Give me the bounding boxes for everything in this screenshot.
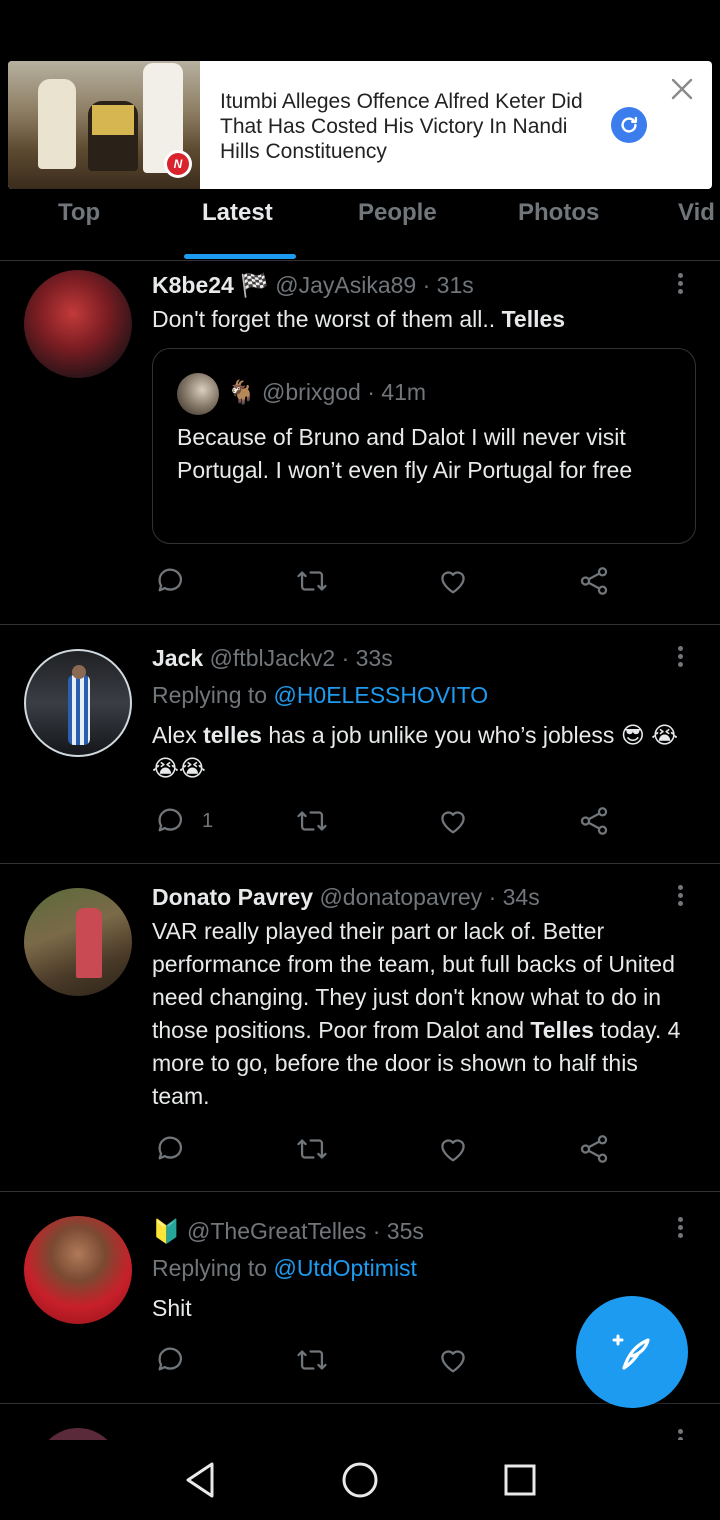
replying-to-link[interactable]: @UtdOptimist (273, 1255, 416, 1281)
handle[interactable]: @ftblJackv2 (210, 645, 336, 671)
display-name[interactable]: Jack (152, 645, 203, 671)
retweet-icon[interactable] (295, 1132, 329, 1166)
tweet[interactable]: Jack @ftblJackv2 · 33s Replying to @H0EL… (0, 625, 720, 864)
tweet-actions (152, 564, 632, 604)
timestamp: 34s (502, 884, 540, 910)
next-tweet-peek (0, 1404, 720, 1440)
flag-emoji: 🏁 (240, 272, 269, 298)
tweet-actions (152, 1132, 632, 1172)
nav-home-icon[interactable] (338, 1458, 382, 1502)
retweet-icon[interactable] (295, 564, 329, 598)
heart-icon[interactable] (436, 564, 470, 598)
goat-emoji: 🐐 (227, 379, 256, 405)
reply-icon[interactable] (154, 564, 188, 598)
tweet-text: Alex telles has a job unlike you who’s j… (152, 722, 679, 781)
reply-icon[interactable] (154, 1132, 188, 1166)
handle[interactable]: @donatopavrey (319, 884, 482, 910)
timestamp: 31s (436, 272, 474, 298)
tweet-actions: 1 (152, 804, 632, 844)
avatar[interactable] (24, 1216, 132, 1324)
more-options-icon[interactable] (670, 1426, 690, 1440)
heart-icon[interactable] (436, 1132, 470, 1166)
nav-recents-icon[interactable] (498, 1458, 542, 1502)
ad-source-logo: N (164, 150, 192, 178)
quote-avatar[interactable] (177, 373, 219, 415)
avatar[interactable] (24, 888, 132, 996)
heart-icon[interactable] (436, 1343, 470, 1377)
display-name[interactable]: K8be24 (152, 272, 234, 298)
tweet[interactable]: K8be24 🏁 @JayAsika89 · 31s Don't forget … (0, 262, 720, 625)
tweet[interactable]: Donato Pavrey @donatopavrey · 34s VAR re… (0, 864, 720, 1192)
search-tabs: Top Latest People Photos Vid (0, 189, 720, 261)
more-options-icon[interactable] (670, 643, 690, 673)
heart-icon[interactable] (436, 804, 470, 838)
handle[interactable]: @TheGreatTelles (187, 1218, 366, 1244)
share-icon[interactable] (577, 1132, 611, 1166)
reply-icon[interactable] (154, 1343, 188, 1377)
refresh-icon[interactable] (611, 107, 647, 143)
ad-banner[interactable]: N Itumbi Alleges Offence Alfred Keter Di… (8, 61, 712, 189)
tab-videos[interactable]: Vid (678, 199, 715, 227)
quote-text: Because of Bruno and Dalot I will never … (177, 424, 633, 483)
tweet-actions (152, 1343, 632, 1383)
timestamp: 35s (386, 1218, 424, 1244)
quoted-tweet[interactable]: 🐐 @brixgod · 41m Because of Bruno and Da… (152, 348, 696, 544)
ad-headline[interactable]: Itumbi Alleges Offence Alfred Keter Did … (220, 89, 600, 164)
system-nav-bar (0, 1440, 720, 1520)
tweet-text: Don't forget the worst of them all.. Tel… (152, 306, 566, 332)
tab-people[interactable]: People (358, 199, 437, 227)
tab-top[interactable]: Top (58, 199, 100, 227)
quote-handle[interactable]: @brixgod (262, 379, 361, 405)
reply-icon[interactable]: 1 (154, 804, 213, 838)
nav-back-icon[interactable] (178, 1458, 222, 1502)
replying-to: Replying to @UtdOptimist (152, 1255, 417, 1281)
badge-emoji: 🔰 (152, 1218, 181, 1244)
share-icon[interactable] (577, 564, 611, 598)
quote-timestamp: 41m (381, 379, 427, 405)
close-icon[interactable] (668, 75, 696, 103)
compose-tweet-icon[interactable] (576, 1296, 688, 1408)
retweet-icon[interactable] (295, 804, 329, 838)
timestamp: 33s (355, 645, 393, 671)
replying-to-link[interactable]: @H0ELESSHOVITO (273, 682, 488, 708)
more-options-icon[interactable] (670, 270, 690, 300)
avatar[interactable] (24, 270, 132, 378)
retweet-icon[interactable] (295, 1343, 329, 1377)
handle[interactable]: @JayAsika89 (275, 272, 416, 298)
tweet-text: VAR really played their part or lack of.… (152, 918, 681, 1109)
reply-count: 1 (202, 809, 214, 832)
replying-to: Replying to @H0ELESSHOVITO (152, 682, 489, 708)
more-options-icon[interactable] (670, 1214, 690, 1244)
share-icon[interactable] (577, 804, 611, 838)
tab-photos[interactable]: Photos (518, 199, 599, 227)
active-tab-indicator (184, 254, 296, 259)
avatar[interactable] (24, 649, 132, 757)
display-name[interactable]: Donato Pavrey (152, 884, 313, 910)
tab-latest[interactable]: Latest (202, 199, 273, 227)
more-options-icon[interactable] (670, 882, 690, 912)
